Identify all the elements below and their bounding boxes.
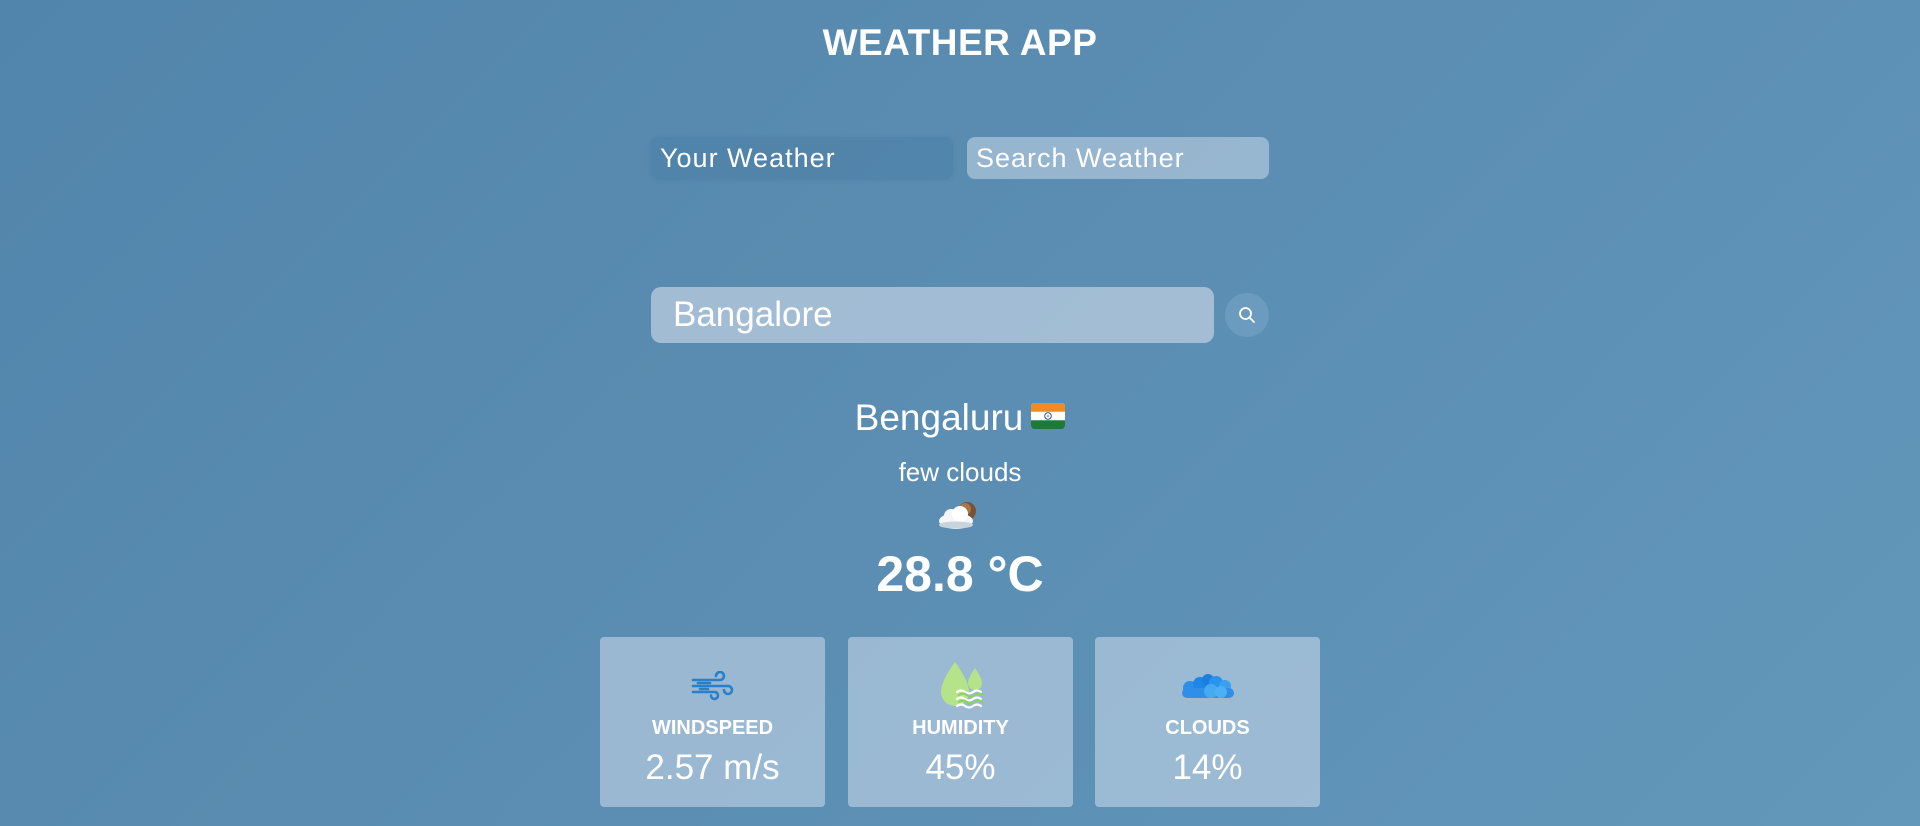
humidity-card: HUMIDITY 45%: [848, 637, 1073, 807]
tab-bar: Your Weather Search Weather: [651, 137, 1269, 179]
humidity-value: 45%: [925, 748, 996, 787]
city-name: Bengaluru: [854, 397, 1024, 438]
few-clouds-icon: [936, 496, 984, 532]
weather-description: few clouds: [898, 457, 1022, 487]
windspeed-card: WINDSPEED 2.57 m/s: [600, 637, 825, 807]
city-search-input[interactable]: [651, 287, 1214, 343]
clouds-label: CLOUDS: [1165, 717, 1250, 739]
humidity-label: HUMIDITY: [912, 717, 1009, 739]
india-flag-icon: [1031, 395, 1066, 439]
app-title: WEATHER APP: [822, 22, 1098, 63]
clouds-icon: [1095, 655, 1320, 717]
temperature-value: 28.8 °C: [876, 546, 1044, 602]
windspeed-label: WINDSPEED: [651, 717, 774, 739]
clouds-value: 14%: [1172, 748, 1243, 787]
search-form: [651, 287, 1269, 343]
wind-icon: [600, 655, 825, 717]
search-button[interactable]: [1225, 293, 1269, 337]
tab-search-weather[interactable]: Search Weather: [967, 137, 1269, 179]
humidity-icon: [848, 655, 1073, 717]
windspeed-value: 2.57 m/s: [645, 748, 780, 787]
city-heading: Bengaluru: [0, 396, 1920, 442]
tab-your-weather[interactable]: Your Weather: [651, 137, 953, 179]
clouds-card: CLOUDS 14%: [1095, 637, 1320, 807]
search-icon: [1239, 307, 1255, 323]
